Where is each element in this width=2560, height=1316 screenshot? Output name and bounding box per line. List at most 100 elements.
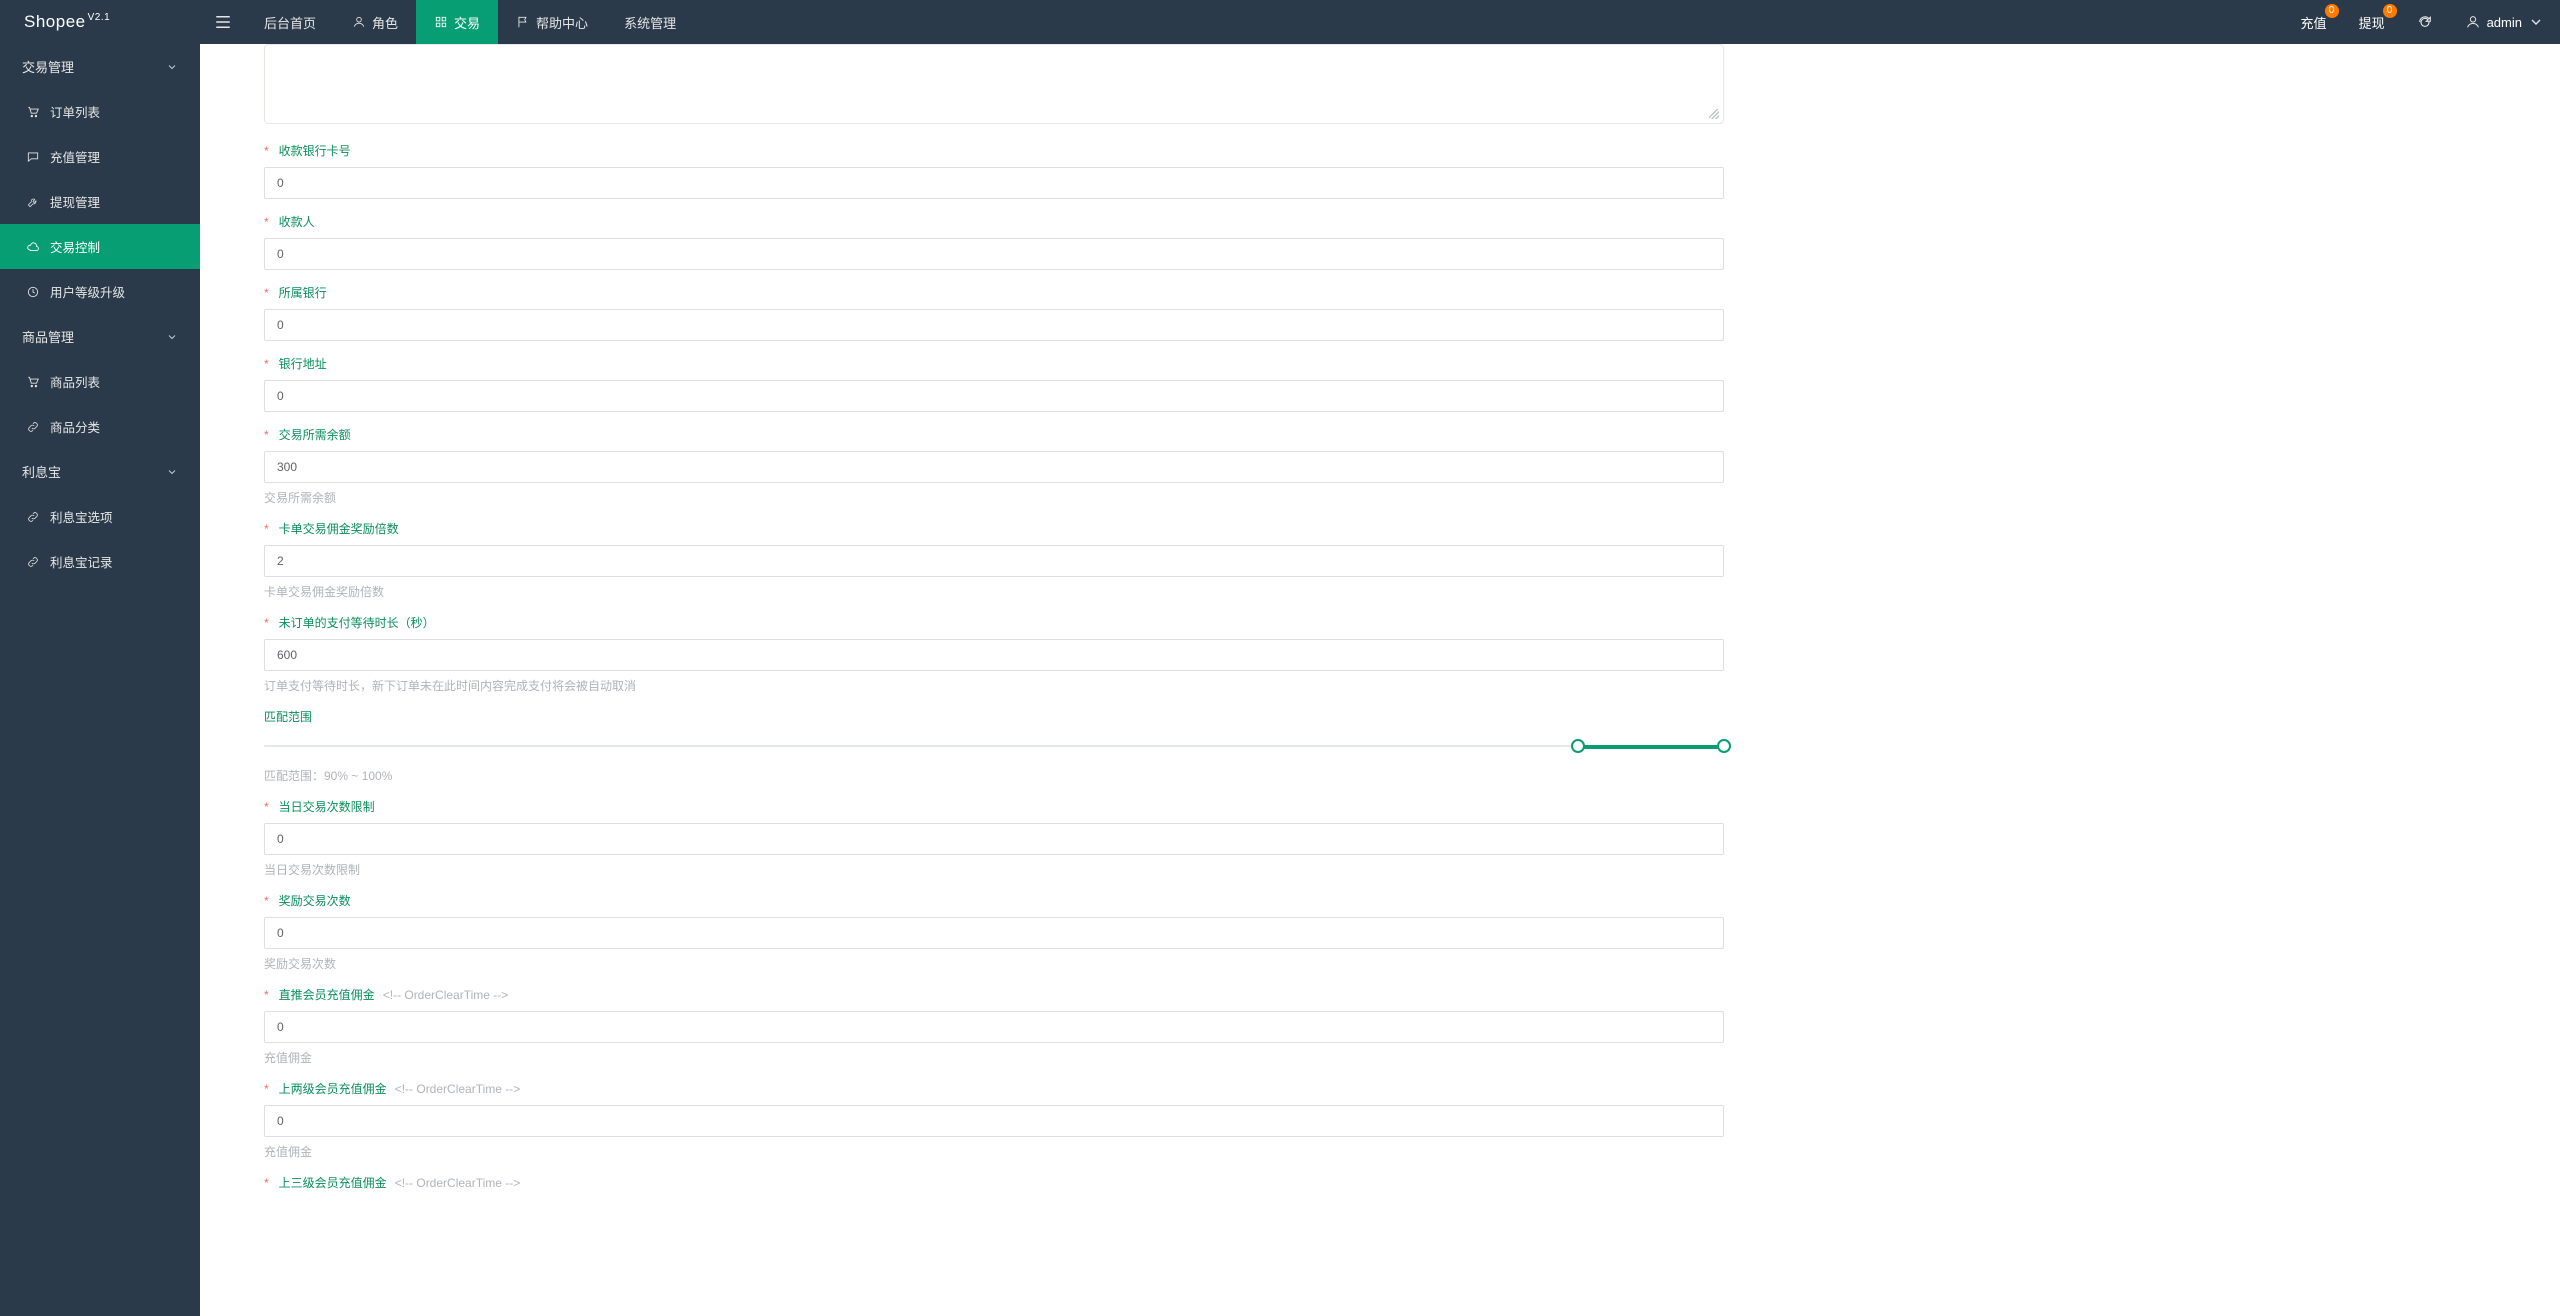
sidebar-title-transaction[interactable]: 交易管理	[0, 44, 200, 89]
sidebar-item-label: 利息宝记录	[50, 552, 113, 571]
sidebar-title-interest[interactable]: 利息宝	[0, 449, 200, 494]
badge: 0	[2383, 4, 2397, 18]
chevron-down-icon	[166, 331, 178, 343]
tab-home[interactable]: 后台首页	[246, 0, 334, 44]
tab-help[interactable]: 帮助中心	[498, 0, 606, 44]
inline-note: <!-- OrderClearTime -->	[383, 988, 509, 1002]
label-bank: *所属银行	[264, 284, 2500, 301]
slider-track	[264, 745, 1724, 747]
row-two-level-recharge: *上两级会员充值佣金<!-- OrderClearTime --> 充值佣金	[264, 1080, 2500, 1160]
input-reward-times[interactable]	[264, 917, 1724, 949]
label-three-level-recharge: *上三级会员充值佣金<!-- OrderClearTime -->	[264, 1174, 2500, 1191]
tab-transaction[interactable]: 交易	[416, 0, 498, 44]
sidebar-item-user-level[interactable]: 用户等级升级	[0, 269, 200, 314]
row-match-range: 匹配范围 匹配范围：90% ~ 100%	[264, 708, 2500, 784]
sidebar: 交易管理 订单列表 充值管理 提现管理 交易控制 用户等级升级 商品管理	[0, 44, 200, 1316]
sidebar-title-product[interactable]: 商品管理	[0, 314, 200, 359]
tab-label: 角色	[372, 13, 398, 32]
row-bank-card: *收款银行卡号	[264, 142, 2500, 199]
hint-commission-multiplier: 卡单交易佣金奖励倍数	[264, 583, 2500, 600]
chevron-down-icon	[166, 466, 178, 478]
label-payee: *收款人	[264, 213, 2500, 230]
sidebar-item-trade-control[interactable]: 交易控制	[0, 224, 200, 269]
tab-role[interactable]: 角色	[334, 0, 416, 44]
hint-daily-limit: 当日交易次数限制	[264, 861, 2500, 878]
header-withdraw-label: 提现	[2359, 13, 2385, 32]
sidebar-item-product-cat[interactable]: 商品分类	[0, 404, 200, 449]
sidebar-group-product: 商品管理 商品列表 商品分类	[0, 314, 200, 449]
row-commission-multiplier: *卡单交易佣金奖励倍数 卡单交易佣金奖励倍数	[264, 520, 2500, 600]
header-right: 充值 0 提现 0 admin	[2285, 0, 2560, 44]
input-bank[interactable]	[264, 309, 1724, 341]
label-pay-wait: *未订单的支付等待时长（秒）	[264, 614, 2500, 631]
header-user-menu[interactable]: admin	[2449, 0, 2560, 44]
tab-label: 帮助中心	[536, 13, 588, 32]
hint-balance: 交易所需余额	[264, 489, 2500, 506]
link-icon	[26, 555, 40, 569]
sidebar-item-withdraw[interactable]: 提现管理	[0, 179, 200, 224]
label-balance: *交易所需余额	[264, 426, 2500, 443]
header-withdraw[interactable]: 提现 0	[2343, 0, 2401, 44]
label-bank-addr: *银行地址	[264, 355, 2500, 372]
header-recharge-label: 充值	[2301, 13, 2327, 32]
link-icon	[26, 510, 40, 524]
slider-handle-to[interactable]	[1717, 739, 1731, 753]
sidebar-group-transaction: 交易管理 订单列表 充值管理 提现管理 交易控制 用户等级升级	[0, 44, 200, 314]
sidebar-title-label: 利息宝	[22, 462, 61, 481]
label-bank-card: *收款银行卡号	[264, 142, 2500, 159]
input-two-level-recharge[interactable]	[264, 1105, 1724, 1137]
input-direct-recharge[interactable]	[264, 1011, 1724, 1043]
sidebar-item-interest-log[interactable]: 利息宝记录	[0, 539, 200, 584]
brand-logo: ShopeeV2.1	[0, 12, 200, 32]
sidebar-item-orders[interactable]: 订单列表	[0, 89, 200, 134]
input-balance[interactable]	[264, 451, 1724, 483]
link-icon	[26, 420, 40, 434]
row-bank-addr: *银行地址	[264, 355, 2500, 412]
top-tabs: 后台首页 角色 交易 帮助中心 系统管理	[246, 0, 694, 44]
hint-two-level-recharge: 充值佣金	[264, 1143, 2500, 1160]
label-direct-recharge: *直推会员充值佣金<!-- OrderClearTime -->	[264, 986, 2500, 1003]
sidebar-item-label: 提现管理	[50, 192, 100, 211]
cart-icon	[26, 375, 40, 389]
main-scroll[interactable]: *收款银行卡号 *收款人 *所属银行 *银行地址 *交易所需余额 交易所需余额 …	[200, 44, 2560, 1316]
header-user-name: admin	[2487, 15, 2522, 30]
hint-pay-wait: 订单支付等待时长，新下订单未在此时间内容完成支付将会被自动取消	[264, 677, 2500, 694]
sidebar-item-label: 利息宝选项	[50, 507, 113, 526]
input-daily-limit[interactable]	[264, 823, 1724, 855]
input-bank-addr[interactable]	[264, 380, 1724, 412]
tab-label: 系统管理	[624, 13, 676, 32]
sidebar-item-label: 用户等级升级	[50, 282, 125, 301]
header-recharge[interactable]: 充值 0	[2285, 0, 2343, 44]
slider-fill	[1578, 745, 1724, 749]
label-commission-multiplier: *卡单交易佣金奖励倍数	[264, 520, 2500, 537]
sidebar-item-label: 商品列表	[50, 372, 100, 391]
tab-system[interactable]: 系统管理	[606, 0, 694, 44]
label-reward-times: *奖励交易次数	[264, 892, 2500, 909]
textarea-card[interactable]	[264, 44, 1724, 124]
slider-handle-from[interactable]	[1571, 739, 1585, 753]
input-bank-card[interactable]	[264, 167, 1724, 199]
sidebar-item-product-list[interactable]: 商品列表	[0, 359, 200, 404]
clock-icon	[26, 285, 40, 299]
tab-label: 交易	[454, 13, 480, 32]
sidebar-item-recharge[interactable]: 充值管理	[0, 134, 200, 179]
label-two-level-recharge: *上两级会员充值佣金<!-- OrderClearTime -->	[264, 1080, 2500, 1097]
hint-reward-times: 奖励交易次数	[264, 955, 2500, 972]
hamburger-icon	[214, 13, 232, 31]
tool-icon	[26, 195, 40, 209]
input-payee[interactable]	[264, 238, 1724, 270]
sidebar-item-label: 订单列表	[50, 102, 100, 121]
slider-match-range[interactable]	[264, 733, 1724, 761]
user-icon	[352, 15, 366, 29]
cart-icon	[26, 105, 40, 119]
hint-match-range: 匹配范围：90% ~ 100%	[264, 767, 2500, 784]
sidebar-item-interest-options[interactable]: 利息宝选项	[0, 494, 200, 539]
input-commission-multiplier[interactable]	[264, 545, 1724, 577]
sidebar-toggle[interactable]	[200, 0, 246, 44]
sidebar-group-interest: 利息宝 利息宝选项 利息宝记录	[0, 449, 200, 584]
label-match-range: 匹配范围	[264, 708, 2500, 725]
header-refresh[interactable]	[2401, 0, 2449, 44]
form-container: *收款银行卡号 *收款人 *所属银行 *银行地址 *交易所需余额 交易所需余额 …	[200, 44, 2536, 1239]
input-pay-wait[interactable]	[264, 639, 1724, 671]
row-direct-recharge: *直推会员充值佣金<!-- OrderClearTime --> 充值佣金	[264, 986, 2500, 1066]
